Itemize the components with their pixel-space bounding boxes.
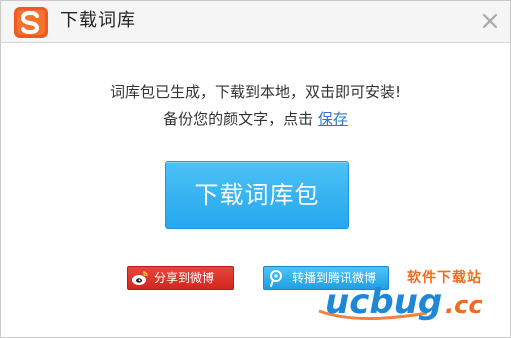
- sogou-logo-icon: [14, 7, 48, 38]
- backup-hint-text: 备份您的颜文字，点击: [163, 110, 318, 128]
- share-weibo-button[interactable]: 分享到微博: [127, 266, 234, 290]
- download-dictionary-dialog: 下载词库 词库包已生成，下载到本地，双击即可安装! 备份您的颜文字，点击 保存 …: [0, 0, 511, 338]
- svg-text:ucbug: ucbug: [325, 282, 442, 322]
- weibo-icon: [131, 269, 149, 287]
- backup-hint: 备份您的颜文字，点击 保存: [1, 109, 510, 129]
- window-title: 下载词库: [60, 10, 136, 31]
- svg-text:.cc: .cc: [445, 291, 483, 319]
- share-weibo-label: 分享到微博: [154, 271, 215, 285]
- close-icon[interactable]: [480, 11, 500, 31]
- download-dictionary-button[interactable]: 下载词库包: [165, 161, 349, 229]
- tencent-weibo-icon: [267, 269, 285, 287]
- save-link[interactable]: 保存: [318, 110, 348, 128]
- ucbug-watermark-logo: ucbug .cc: [317, 277, 511, 327]
- status-message: 词库包已生成，下载到本地，双击即可安装!: [109, 83, 401, 101]
- title-bar: 下载词库: [1, 1, 510, 43]
